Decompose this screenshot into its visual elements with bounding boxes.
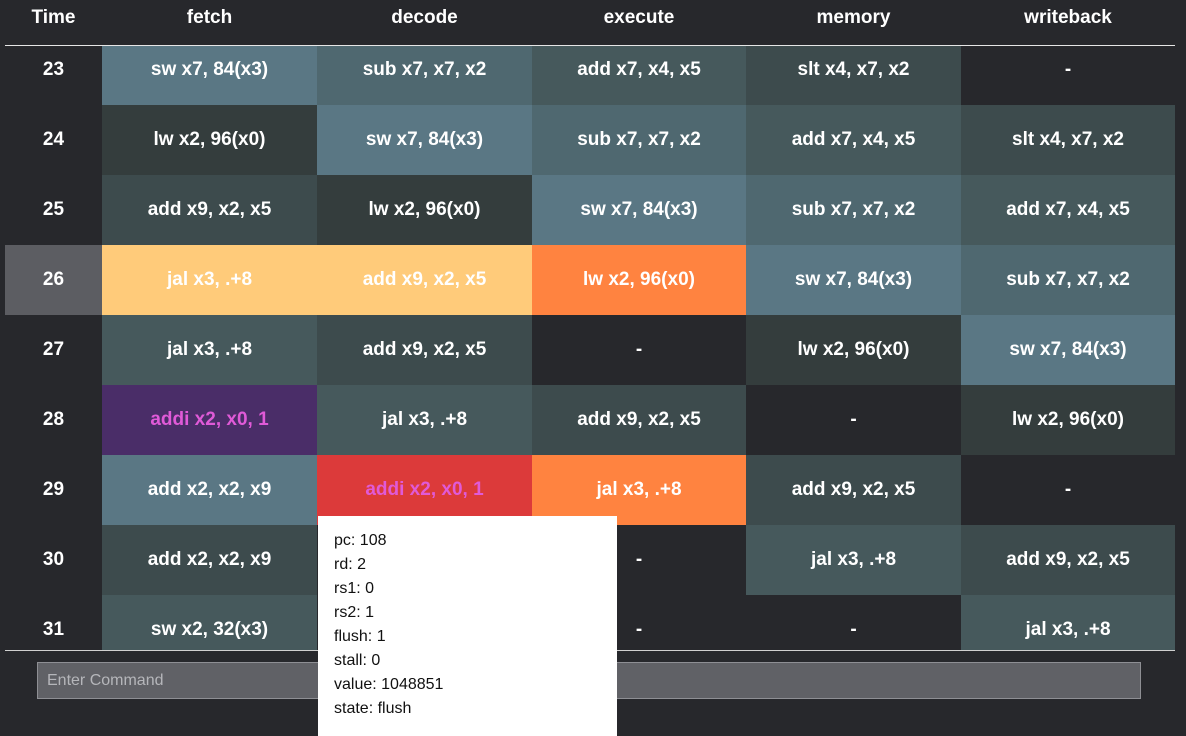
execute-stage-cell[interactable]: add x7, x4, x5 [532, 46, 746, 105]
cycle-time-cell: 26 [5, 245, 102, 315]
writeback-stage-cell[interactable]: slt x4, x7, x2 [961, 105, 1175, 175]
fetch-stage-cell[interactable]: add x2, x2, x9 [102, 455, 317, 525]
instruction-tooltip: pc: 108 rd: 2 rs1: 0 rs2: 1 flush: 1 sta… [318, 516, 617, 736]
fetch-stage-cell[interactable]: add x2, x2, x9 [102, 525, 317, 595]
table-row: 23 sw x7, 84(x3) sub x7, x7, x2 add x7, x4,… [5, 46, 1175, 105]
cycle-time-cell: 29 [42, 479, 65, 500]
writeback-stage-cell[interactable]: add x7, x4, x5 [961, 175, 1175, 245]
cycle-time-cell: 24 [42, 129, 65, 150]
cycle-time-cell: 23 [42, 59, 65, 80]
memory-stage-cell[interactable]: sub x7, x7, x2 [746, 175, 961, 245]
memory-stage-cell[interactable]: - [746, 385, 961, 455]
memory-stage-cell[interactable]: slt x4, x7, x2 [746, 46, 961, 105]
table-row: 27 jal x3, .+8 add x9, x2, x5- lw x2, 96(x0… [5, 315, 1175, 385]
fetch-stage-cell[interactable]: sw x2, 32(x3) [102, 595, 317, 650]
writeback-stage-cell[interactable]: sub x7, x7, x2 [961, 245, 1175, 315]
memory-stage-cell[interactable]: jal x3, .+8 [746, 525, 961, 595]
header-time: Time [31, 7, 76, 28]
writeback-stage-cell[interactable]: lw x2, 96(x0) [961, 385, 1175, 455]
header-execute: execute [603, 7, 675, 28]
writeback-stage-cell[interactable]: jal x3, .+8 [961, 595, 1175, 650]
table-row: 25 add x9, x2, x5 lw x2, 96(x0) sw x7, 84(x… [5, 175, 1175, 245]
fetch-stage-cell[interactable]: jal x3, .+8 [102, 315, 317, 385]
header-decode: decode [391, 7, 458, 28]
execute-stage-cell[interactable]: sub x7, x7, x2 [532, 105, 746, 175]
header-fetch: fetch [186, 7, 233, 28]
cycle-time-cell: 25 [42, 199, 65, 220]
decode-stage-cell[interactable]: sub x7, x7, x2 [317, 46, 532, 105]
memory-stage-cell[interactable]: lw x2, 96(x0) [746, 315, 961, 385]
tooltip-stall: stall: 0 [334, 652, 381, 669]
memory-stage-cell[interactable]: add x9, x2, x5 [746, 455, 961, 525]
execute-stage-cell[interactable]: jal x3, .+8 [532, 455, 746, 525]
tooltip-rd: rd: 2 [334, 556, 367, 573]
cycle-time-cell: 31 [42, 619, 65, 640]
writeback-stage-cell[interactable]: - [961, 46, 1175, 105]
execute-stage-cell[interactable]: lw x2, 96(x0) [532, 245, 746, 315]
decode-stage-cell[interactable]: add x9, x2, x5 [317, 245, 532, 315]
tooltip-flush: flush: 1 [334, 628, 386, 645]
execute-stage-cell[interactable]: add x9, x2, x5 [532, 385, 746, 455]
fetch-stage-cell[interactable]: addi x2, x0, 1 [102, 385, 317, 455]
execute-stage-cell[interactable]: sw x7, 84(x3) [532, 175, 746, 245]
table-row: 28 addi x2, x0, 1 jal x3, .+8 add x9, x2, x… [5, 385, 1175, 455]
fetch-stage-cell[interactable]: jal x3, .+8 [102, 245, 317, 315]
memory-stage-cell[interactable]: sw x7, 84(x3) [746, 245, 961, 315]
memory-stage-cell[interactable]: - [746, 595, 961, 650]
fetch-stage-cell[interactable]: lw x2, 96(x0) [102, 105, 317, 175]
fetch-stage-cell[interactable]: add x9, x2, x5 [102, 175, 317, 245]
tooltip-rs2: rs2: 1 [334, 604, 375, 621]
cycle-time-cell: 30 [42, 549, 65, 570]
cycle-time-cell: 27 [42, 339, 65, 360]
fetch-stage-cell[interactable]: sw x7, 84(x3) [102, 46, 317, 105]
writeback-stage-cell[interactable]: sw x7, 84(x3) [961, 315, 1175, 385]
table-row: 29 add x2, x2, x9 addi x2, x0, 1 jal x3, .+… [5, 455, 1175, 525]
cycle-time-cell: 28 [42, 409, 65, 430]
tooltip-rs1: rs1: 0 [334, 580, 375, 597]
decode-stage-cell[interactable]: add x9, x2, x5 [317, 315, 532, 385]
decode-stage-cell[interactable]: sw x7, 84(x3) [317, 105, 532, 175]
pipeline-header: Time fetch decode execute memory writeback [0, 0, 1186, 40]
writeback-stage-cell[interactable]: add x9, x2, x5 [961, 525, 1175, 595]
header-memory: memory [816, 7, 891, 28]
decode-stage-cell[interactable]: jal x3, .+8 [317, 385, 532, 455]
tooltip-value: value: 1048851 [334, 676, 444, 693]
table-row: 24 lw x2, 96(x0) sw x7, 84(x3) sub x7, x7, … [5, 105, 1175, 175]
memory-stage-cell[interactable]: add x7, x4, x5 [746, 105, 961, 175]
tooltip-state: state: flush [334, 700, 412, 717]
tooltip-pc: pc: 108 [334, 532, 387, 549]
writeback-stage-cell[interactable]: - [961, 455, 1175, 525]
table-row: 26 jal x3, .+8 add x9, x2, x5 lw x2, 96(x0)… [5, 245, 1175, 315]
decode-stage-cell[interactable]: addi x2, x0, 1 [317, 455, 532, 525]
header-writeback: writeback [1024, 7, 1112, 28]
decode-stage-cell[interactable]: lw x2, 96(x0) [317, 175, 532, 245]
execute-stage-cell[interactable]: - [532, 315, 746, 385]
